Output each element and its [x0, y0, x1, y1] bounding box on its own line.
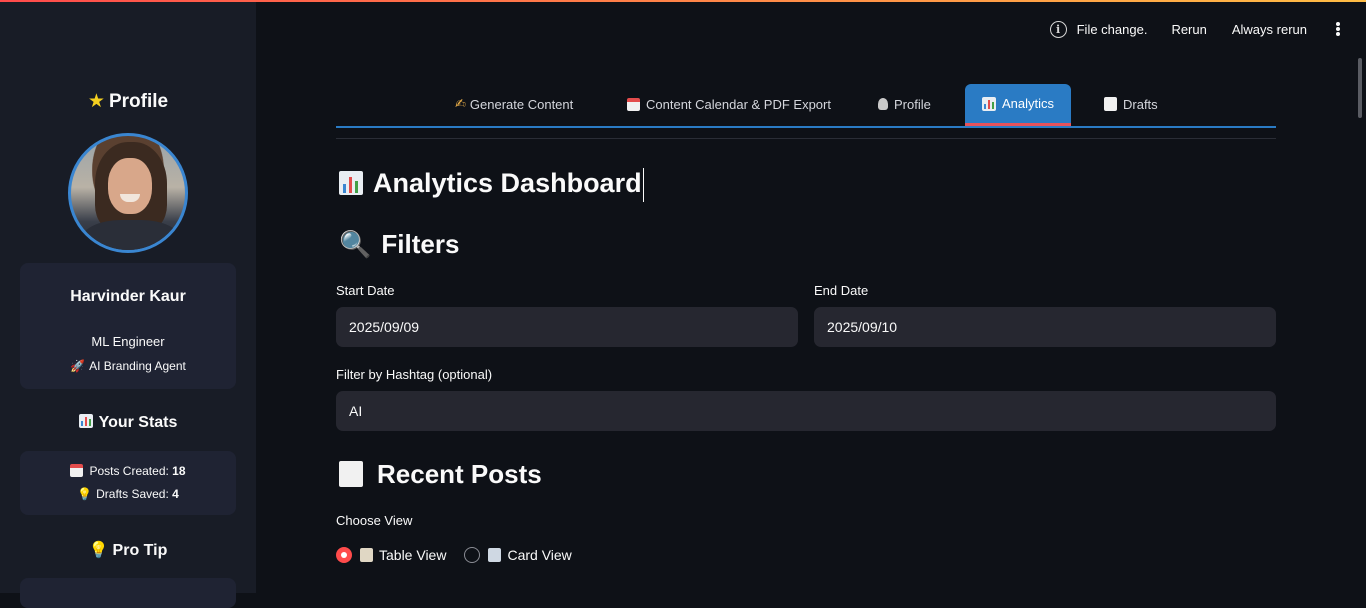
profile-card: Harvinder Kaur ML Engineer 🚀 AI Branding … — [20, 263, 236, 389]
hashtag-filter-input[interactable]: AI — [336, 391, 1276, 431]
tab-bar: ✍ Generate Content Content Calendar & PDF… — [336, 84, 1276, 128]
profile-role: ML Engineer — [91, 334, 165, 349]
pro-tip-card — [20, 578, 236, 608]
calendar-icon — [627, 97, 640, 111]
tab-profile[interactable]: Profile — [861, 84, 948, 124]
avatar — [68, 133, 188, 253]
drafts-saved-label: Drafts Saved: — [96, 487, 169, 501]
stats-heading: Your Stats — [0, 414, 256, 432]
tab-generate-content[interactable]: ✍ Generate Content — [438, 84, 590, 124]
rocket-icon: 🚀 — [70, 359, 86, 373]
clipboard-icon — [360, 548, 373, 562]
memo-icon — [339, 461, 363, 487]
tab-underline — [336, 126, 1276, 128]
drafts-saved-value: 4 — [172, 487, 179, 501]
text-cursor — [642, 168, 644, 202]
table-view-label: Table View — [379, 547, 447, 563]
main-menu-kebab-icon[interactable] — [1332, 20, 1344, 38]
rerun-button[interactable]: Rerun — [1171, 22, 1206, 37]
file-change-status: File change. — [1076, 21, 1148, 37]
recent-posts-heading: Recent Posts — [339, 459, 542, 490]
stats-card: Posts Created: 18 💡 Drafts Saved: 4 — [20, 451, 236, 515]
lightbulb-icon: 💡 — [77, 487, 93, 501]
tab-content-calendar[interactable]: Content Calendar & PDF Export — [610, 84, 848, 124]
magnifier-icon: 🔍 — [339, 229, 372, 259]
table-view-radio[interactable] — [336, 547, 352, 563]
memo-icon — [1104, 97, 1117, 111]
hashtag-filter-value: AI — [349, 403, 363, 419]
tab-drafts-label: Drafts — [1123, 96, 1158, 112]
profile-heading-text: Profile — [108, 91, 169, 112]
start-date-input[interactable]: 2025/09/09 — [336, 307, 798, 347]
always-rerun-button[interactable]: Always rerun — [1232, 22, 1307, 37]
page-scrollbar[interactable] — [1358, 58, 1362, 118]
calendar-icon — [70, 464, 84, 477]
star-icon: ★ — [87, 91, 105, 112]
tab-analytics-label: Analytics — [1002, 96, 1055, 111]
end-date-value: 2025/09/10 — [827, 319, 898, 335]
card-view-radio[interactable] — [464, 547, 481, 563]
divider — [336, 138, 1276, 139]
tab-profile-label: Profile — [894, 96, 931, 112]
sidebar: ★ Profile Harvinder Kaur ML Engineer 🚀 AI … — [0, 2, 256, 608]
recent-posts-heading-text: Recent Posts — [377, 459, 542, 489]
drafts-saved-stat: 💡 Drafts Saved: 4 — [20, 487, 236, 501]
card-view-option[interactable]: Card View — [488, 547, 572, 563]
card-view-label: Card View — [507, 547, 572, 563]
bar-chart-icon — [78, 414, 93, 428]
pro-tip-heading: 💡 Pro Tip — [0, 540, 256, 560]
person-icon — [878, 98, 888, 110]
posts-created-label: Posts Created: — [89, 464, 169, 478]
profile-tagline: 🚀 AI Branding Agent — [20, 359, 236, 373]
tab-generate-content-label: Generate Content — [469, 96, 574, 112]
filters-heading: 🔍 Filters — [339, 229, 459, 260]
posts-created-value: 18 — [172, 464, 186, 478]
page-title: Analytics Dashboard — [339, 168, 644, 202]
posts-created-stat: Posts Created: 18 — [20, 464, 236, 478]
choose-view-label: Choose View — [336, 513, 413, 528]
lightbulb-icon: 💡 — [88, 542, 109, 559]
filters-heading-text: Filters — [381, 229, 460, 259]
profile-heading: ★ Profile — [0, 90, 256, 113]
tab-analytics[interactable]: Analytics — [965, 84, 1072, 126]
writing-hand-icon: ✍ — [455, 96, 466, 111]
bar-chart-icon — [982, 96, 996, 111]
start-date-value: 2025/09/09 — [349, 319, 420, 335]
end-date-label: End Date — [814, 283, 869, 298]
stats-heading-text: Your Stats — [98, 414, 178, 431]
info-icon: i — [1049, 20, 1067, 38]
pro-tip-heading-text: Pro Tip — [112, 542, 168, 559]
card-index-icon — [488, 548, 502, 562]
start-date-label: Start Date — [336, 283, 395, 298]
hashtag-filter-label: Filter by Hashtag (optional) — [336, 367, 493, 382]
table-view-option[interactable]: Table View — [360, 547, 446, 563]
tab-drafts[interactable]: Drafts — [1087, 84, 1175, 124]
bar-chart-icon — [339, 171, 363, 196]
profile-name: Harvinder Kaur — [70, 288, 186, 305]
page-title-text: Analytics Dashboard — [373, 168, 642, 199]
app-toolbar: i File change. Rerun Always rerun — [1049, 18, 1344, 40]
tab-content-calendar-label: Content Calendar & PDF Export — [646, 96, 831, 112]
profile-tagline-text: AI Branding Agent — [89, 359, 186, 373]
end-date-input[interactable]: 2025/09/10 — [814, 307, 1276, 347]
view-radio-group: Table View Card View — [336, 547, 590, 563]
